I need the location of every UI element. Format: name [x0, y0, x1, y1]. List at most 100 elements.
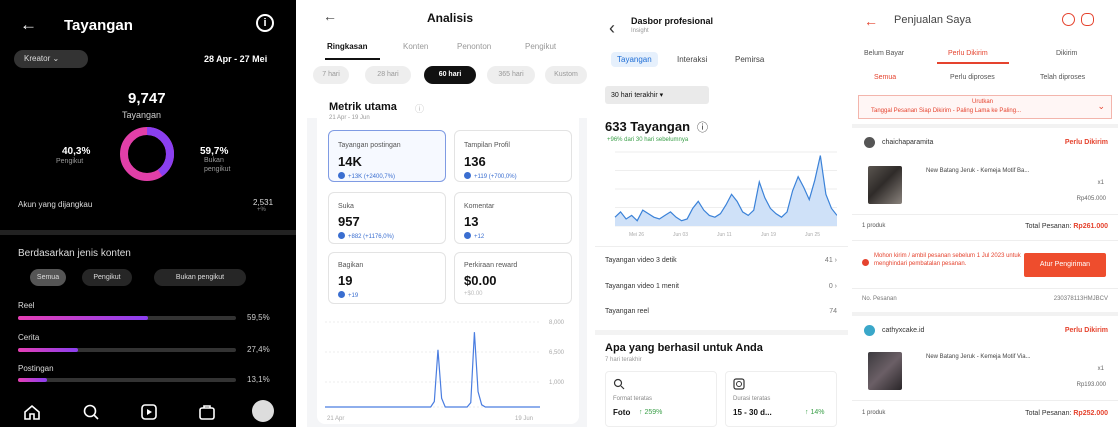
chevron-down-icon: ⌄ [1097, 101, 1105, 111]
shop-name[interactable]: cathyxcake.id [882, 327, 924, 334]
product-name[interactable]: New Batang Jeruk - Kemeja Motif Via... [926, 354, 1031, 360]
product-count: 1 produk [862, 410, 886, 416]
x-tick: Jun 03 [673, 232, 688, 238]
metric-value: 957 [338, 214, 360, 229]
insights-views-screen: ← Tayangan i Kreator ⌄ 28 Apr - 27 Mei 9… [0, 0, 296, 427]
divider [852, 124, 1118, 128]
tab-followers[interactable]: Pengikut [525, 42, 556, 51]
product-price: Rp405.000 [1076, 196, 1106, 202]
metric-row-3s[interactable]: Tayangan video 3 detik 41 › [605, 257, 837, 264]
divider [852, 400, 1118, 401]
subtab-to-process[interactable]: Perlu diproses [950, 74, 995, 81]
search-icon [613, 378, 625, 390]
sort-banner[interactable]: Urutkan Tanggal Pesanan Siap Dikirim - P… [858, 95, 1112, 119]
x-tick: Jun 19 [761, 232, 776, 238]
category-pct-story: 27,4% [247, 345, 270, 354]
info-icon[interactable]: ⓘ [697, 119, 708, 135]
filter-dropdown[interactable]: Kreator ⌄ [14, 50, 88, 68]
chat-icon[interactable] [1081, 13, 1094, 26]
chip-nonfollowers[interactable]: Bukan pengikut [154, 269, 246, 286]
category-bar-post [18, 378, 236, 382]
metric-row-reel[interactable]: Tayangan reel 74 [605, 308, 837, 315]
search-icon[interactable] [1062, 13, 1075, 26]
back-arrow-icon[interactable]: ← [323, 8, 337, 24]
back-arrow-icon[interactable]: ← [20, 15, 37, 35]
subtab-processed[interactable]: Telah diproses [1040, 74, 1085, 81]
search-icon[interactable] [82, 403, 100, 421]
category-label-post: Postingan [18, 364, 54, 373]
range-60d[interactable]: 60 hari [424, 66, 476, 84]
metric-value: 14K [338, 154, 362, 169]
analytics-screen: ← Analisis Ringkasan Konten Penonton Pen… [307, 0, 587, 427]
key-metrics-range: 21 Apr - 19 Jun [329, 115, 370, 121]
product-image[interactable] [868, 352, 902, 390]
product-qty: x1 [1097, 366, 1104, 372]
category-fill-post [18, 378, 47, 382]
back-chevron-icon[interactable]: ‹ [609, 18, 615, 39]
metric-label: Suka [338, 203, 354, 210]
chip-followers[interactable]: Pengikut [82, 269, 132, 286]
tab-unpaid[interactable]: Belum Bayar [864, 50, 904, 57]
range-7d[interactable]: 7 hari [313, 66, 349, 84]
back-arrow-icon[interactable]: ← [864, 13, 878, 29]
tab-audience[interactable]: Pemirsa [735, 55, 764, 64]
metric-label: Bagikan [338, 262, 364, 269]
info-icon[interactable]: i [256, 14, 274, 32]
views-area-chart: Mei 26 Jun 03 Jun 11 Jun 19 Jun 25 [614, 151, 837, 238]
metric-change: +119 (+700,0%) [464, 172, 517, 180]
views-total: 633 Tayangan [605, 119, 691, 134]
info-icon[interactable]: ⓘ [415, 102, 424, 115]
page-title: Dasbor profesional [631, 16, 714, 26]
metric-label: Tampilan Profil [464, 142, 510, 149]
order-status: Perlu Dikirim [1064, 327, 1108, 334]
category-bar-reel [18, 316, 236, 320]
tab-to-ship[interactable]: Perlu Dikirim [948, 50, 988, 57]
chip-all[interactable]: Semua [30, 269, 66, 286]
product-count: 1 produk [862, 223, 886, 229]
clock-icon [733, 378, 745, 390]
alert-dot-icon [862, 259, 869, 266]
date-range[interactable]: 28 Apr - 27 Mei [204, 54, 267, 64]
product-image[interactable] [868, 166, 902, 204]
screenshot-collage: ← Tayangan i Kreator ⌄ 28 Apr - 27 Mei 9… [0, 0, 1118, 427]
arrange-shipment-button[interactable]: Atur Pengiriman [1024, 253, 1106, 277]
tab-viewers[interactable]: Penonton [457, 42, 491, 51]
tab-views[interactable]: Tayangan [611, 52, 658, 67]
range-dropdown[interactable]: 30 hari terakhir ▾ [605, 86, 709, 104]
reels-icon[interactable] [140, 403, 158, 421]
subtab-all[interactable]: Semua [874, 74, 896, 81]
order-total: Total Pesanan: Rp261.000 [1025, 223, 1108, 230]
metric-value: 136 [464, 154, 486, 169]
range-365d[interactable]: 365 hari [487, 66, 535, 84]
divider [852, 214, 1118, 215]
metric-change: +882 (+1176,0%) [338, 232, 394, 240]
profile-avatar[interactable] [252, 400, 274, 422]
x-tick: 21 Apr [327, 416, 344, 422]
tab-underline [937, 62, 1009, 64]
range-28d[interactable]: 28 hari [365, 66, 411, 84]
tab-shipped[interactable]: Dikirim [1056, 50, 1077, 57]
metric-label: Perkiraan reward [464, 262, 518, 269]
followers-pct: 40,3% [62, 146, 91, 157]
tab-interactions[interactable]: Interaksi [677, 55, 707, 64]
shop-icon[interactable] [198, 403, 216, 421]
professional-dashboard-screen: ‹ Dasbor profesional Insight Tayangan In… [595, 0, 848, 427]
key-metrics-title: Metrik utama [329, 101, 397, 113]
y-tick: 1,000 [549, 380, 565, 386]
top-duration-value: 15 - 30 d... [733, 408, 772, 417]
x-tick: 19 Jun [515, 416, 533, 422]
order-number[interactable]: 230378113HMJBCV [1054, 296, 1108, 302]
shop-name[interactable]: chaichaparamita [882, 139, 933, 146]
total-views-label: Tayangan [122, 110, 162, 120]
range-custom[interactable]: Kustom [545, 66, 587, 84]
divider [595, 246, 848, 247]
tab-content[interactable]: Konten [403, 42, 428, 51]
tab-overview[interactable]: Ringkasan [327, 42, 367, 51]
divider [852, 240, 1118, 241]
product-name[interactable]: New Batang Jeruk - Kemeja Motif Ba... [926, 168, 1029, 174]
metric-value: 19 [338, 273, 353, 288]
post-views-line-chart: 8,000 6,500 1,000 21 Apr 19 Jun [325, 320, 565, 422]
y-tick: 6,500 [549, 350, 565, 356]
metric-row-1m[interactable]: Tayangan video 1 menit 0 › [605, 283, 837, 290]
home-icon[interactable] [23, 403, 41, 421]
